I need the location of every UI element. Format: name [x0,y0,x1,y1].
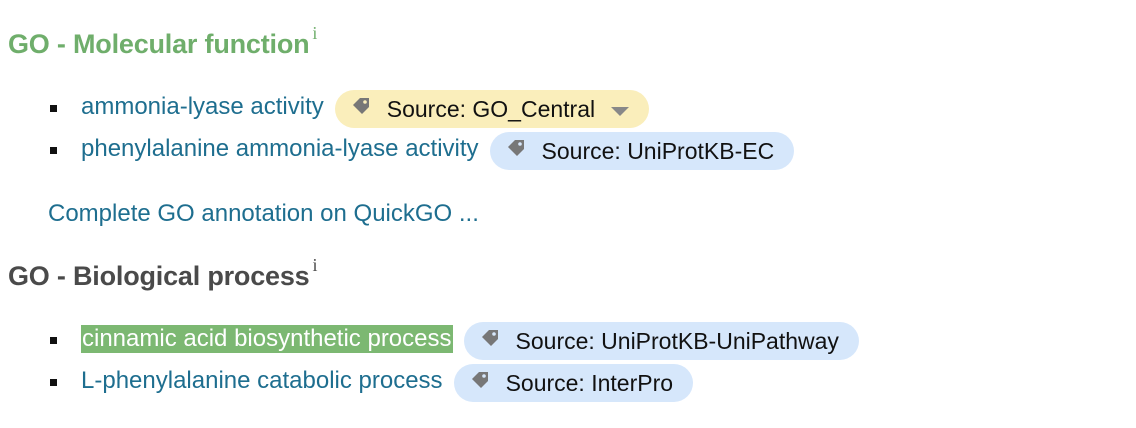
source-badge[interactable]: Source: UniProtKB-EC [489,132,795,170]
molecular-function-heading: GO - Molecular function i [8,23,317,60]
bullet [50,378,57,386]
biological-process-list: cinnamic acid biosynthetic process Sourc… [50,318,859,402]
quickgo-link[interactable]: Complete GO annotation on QuickGO ... [48,200,479,228]
source-label: Source: UniProtKB-EC [541,137,775,164]
tag-icon [507,140,524,156]
source-badge[interactable]: Source: GO_Central [334,90,650,128]
tag-icon [471,372,488,388]
go-term-link[interactable]: phenylalanine ammonia-lyase activity [81,135,479,163]
molecular-function-list: ammonia-lyase activity Source: GO_Centra… [50,86,795,170]
bullet [50,336,57,344]
tag-icon [352,98,369,114]
molecular-function-heading-text: GO - Molecular function [8,29,310,59]
go-term-link-highlighted[interactable]: cinnamic acid biosynthetic process [81,325,453,353]
source-badge[interactable]: Source: UniProtKB-UniPathway [463,322,859,360]
source-label: Source: GO_Central [386,95,596,122]
list-item: cinnamic acid biosynthetic process Sourc… [50,318,859,360]
go-term-link[interactable]: L-phenylalanine catabolic process [81,367,443,395]
list-item: L-phenylalanine catabolic process Source… [50,360,859,402]
list-item: phenylalanine ammonia-lyase activity Sou… [50,128,795,170]
bullet [50,104,57,112]
list-item: ammonia-lyase activity Source: GO_Centra… [50,86,794,128]
source-label: Source: UniProtKB-UniPathway [515,327,839,354]
info-icon[interactable]: i [312,255,317,275]
biological-process-heading: GO - Biological process i [8,255,317,292]
chevron-down-icon[interactable] [611,106,630,116]
source-label: Source: InterPro [505,369,674,396]
tag-icon [481,330,498,346]
source-badge[interactable]: Source: InterPro [453,364,694,402]
biological-process-heading-text: GO - Biological process [8,261,310,291]
info-icon[interactable]: i [312,23,317,43]
bullet [50,146,57,154]
go-term-link[interactable]: ammonia-lyase activity [81,93,324,121]
